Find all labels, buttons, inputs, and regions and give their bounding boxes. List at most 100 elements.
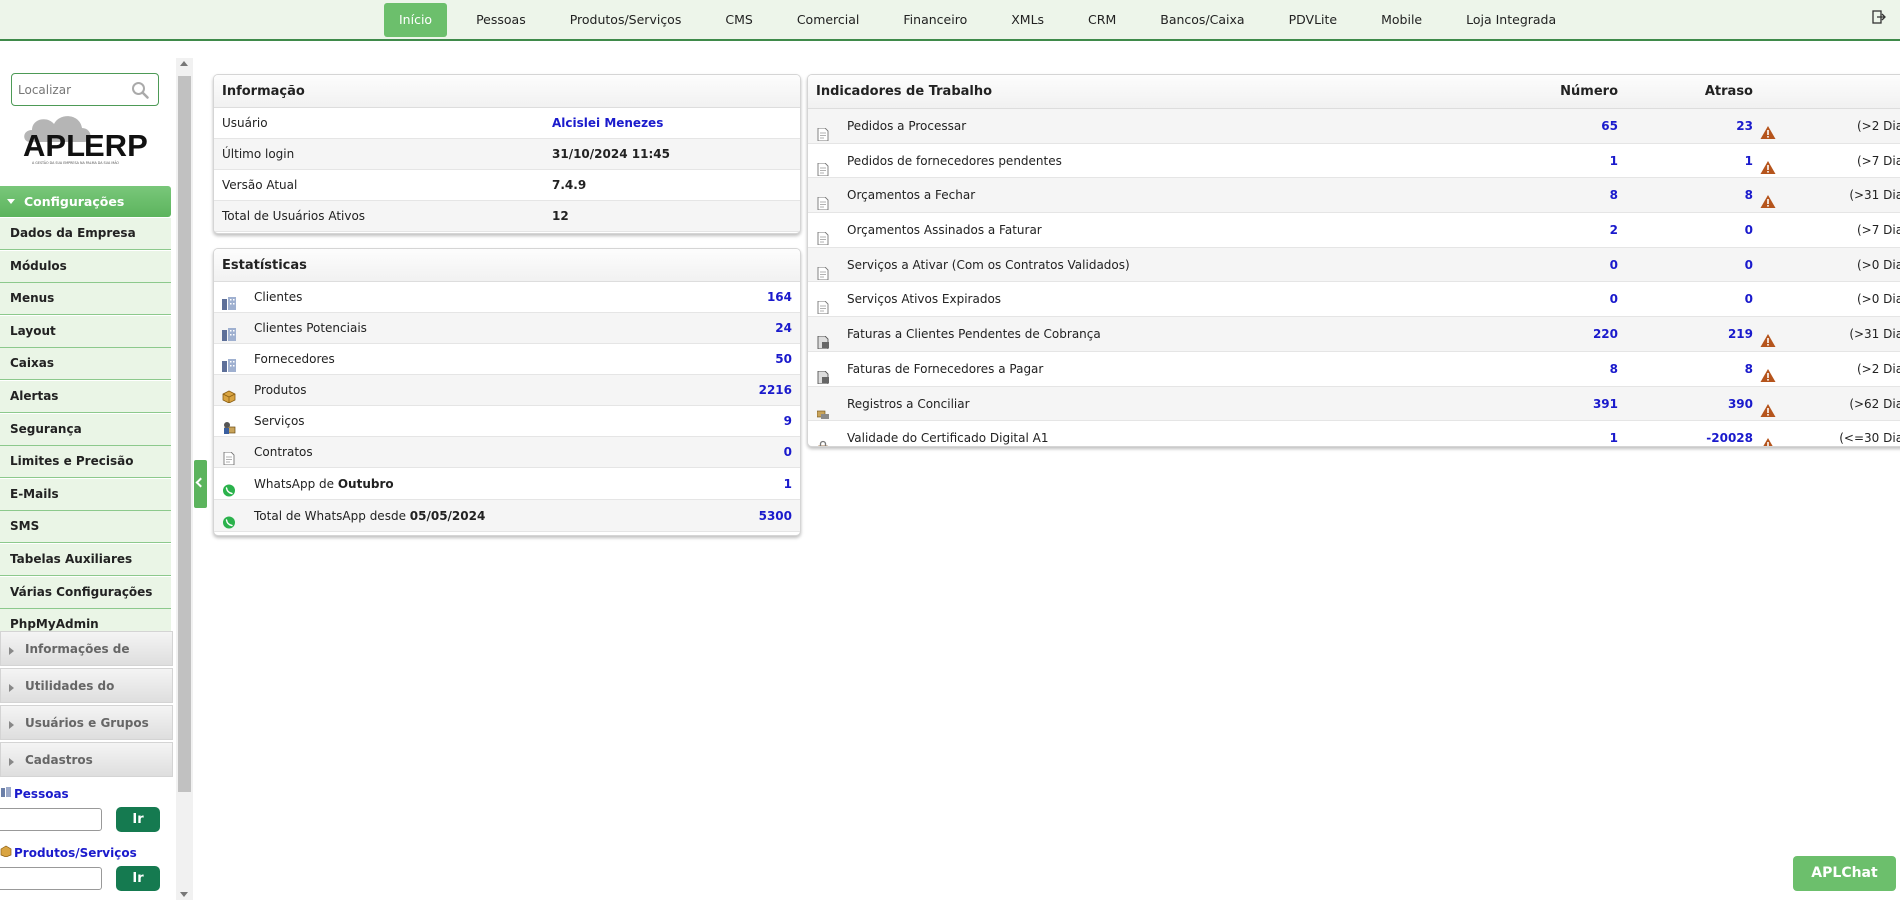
work-row-servicos-ativos-expirados[interactable]: Serviços Ativos Expirados 0 0 (>0 Dias) [808, 282, 1900, 318]
stats-row-produtos[interactable]: Produtos 2216 [214, 375, 800, 406]
search-input[interactable] [18, 80, 128, 100]
stats-row-clientes-potenciais[interactable]: Clientes Potenciais 24 [214, 313, 800, 344]
work-label[interactable]: Faturas a Clientes Pendentes de Cobrança [847, 317, 1101, 351]
nav-item-inicio[interactable]: Início [384, 3, 448, 37]
work-label[interactable]: Registros a Conciliar [847, 387, 970, 421]
sidebar-item-sms[interactable]: SMS [0, 511, 171, 544]
sidebar-section-utilidades-do-sistema[interactable]: Utilidades do Sistema [0, 668, 173, 728]
nav-item-pessoas[interactable]: Pessoas [461, 3, 541, 37]
work-label[interactable]: Orçamentos Assinados a Faturar [847, 213, 1042, 247]
work-label[interactable]: Validade do Certificado Digital A1 [847, 421, 1048, 446]
work-numero[interactable]: 220 [1558, 317, 1618, 351]
work-numero[interactable]: 1 [1558, 144, 1618, 178]
work-atraso[interactable]: 0 [1688, 248, 1753, 282]
work-atraso[interactable]: 23 [1688, 109, 1753, 143]
stats-label[interactable]: Produtos [254, 375, 307, 406]
work-atraso[interactable]: 219 [1688, 317, 1753, 351]
stats-label[interactable]: Contratos [254, 437, 313, 468]
sidebar-section-usuarios-e-grupos[interactable]: Usuários e Grupos [0, 705, 173, 740]
quick-search-input-pessoas[interactable] [0, 808, 102, 831]
work-row-orcamentos-a-fechar[interactable]: Orçamentos a Fechar 8 8 (>31 Dias) [808, 178, 1900, 214]
work-row-orcamentos-assinados-a-faturar[interactable]: Orçamentos Assinados a Faturar 2 0 (>7 Dias… [808, 213, 1900, 248]
nav-item-bancos-caixa[interactable]: Bancos/Caixa [1145, 3, 1259, 37]
work-row-servicos-a-ativar-com-os-contratos-validados[interactable]: Serviços a Ativar (Com os Contratos Vali… [808, 247, 1900, 283]
work-row-pedidos-de-fornecedores-pendentes[interactable]: Pedidos de fornecedores pendentes 1 1 (>7 D… [808, 143, 1900, 179]
work-label[interactable]: Pedidos a Processar [847, 109, 966, 143]
work-row-registros-a-conciliar[interactable]: Registros a Conciliar 391 390 (>62 Dias) [808, 386, 1900, 422]
stats-label[interactable]: Clientes [254, 282, 302, 313]
stats-label[interactable]: Serviços [254, 406, 305, 437]
work-numero[interactable]: 0 [1558, 248, 1618, 282]
aplchat-button[interactable]: APLChat [1793, 856, 1896, 891]
nav-item-financeiro[interactable]: Financeiro [888, 3, 982, 37]
stats-row-fornecedores[interactable]: Fornecedores 50 [214, 344, 800, 375]
work-numero[interactable]: 391 [1558, 387, 1618, 421]
work-row-faturas-a-clientes-pendentes-de-cobranca[interactable]: Faturas a Clientes Pendentes de Cobrança… [808, 317, 1900, 352]
stats-label[interactable]: Fornecedores [254, 344, 335, 375]
stats-row-whatsapp-total[interactable]: Total de WhatsApp desde 05/05/2024 5300 [214, 500, 800, 532]
sidebar-item-dados-da-empresa[interactable]: Dados da Empresa [0, 218, 171, 250]
sidebar-item-menus[interactable]: Menus [0, 283, 171, 316]
collapse-sidebar-button[interactable] [194, 460, 207, 508]
stats-label[interactable]: Total de WhatsApp desde 05/05/2024 [254, 500, 485, 532]
stats-row-whatsapp-month[interactable]: WhatsApp de Outubro 1 [214, 468, 800, 500]
search-icon[interactable] [131, 81, 149, 99]
work-atraso[interactable]: 390 [1688, 387, 1753, 421]
sidebar-section-informacoes-de-sistema[interactable]: Informações de Sistema [0, 631, 173, 691]
scroll-up-arrow[interactable] [180, 61, 188, 66]
work-row-pedidos-a-processar[interactable]: Pedidos a Processar 65 23 (>2 Dias) [808, 109, 1900, 144]
quick-search-input-produtos-servicos[interactable] [0, 867, 102, 890]
work-numero[interactable]: 1 [1558, 421, 1618, 446]
nav-item-pdvlite[interactable]: PDVLite [1274, 3, 1353, 37]
sidebar-item-alertas[interactable]: Alertas [0, 381, 171, 413]
sidebar-section-configuracoes[interactable]: Configurações [0, 186, 171, 217]
stats-value[interactable]: 50 [775, 344, 792, 375]
nav-item-loja-integrada[interactable]: Loja Integrada [1451, 3, 1571, 37]
stats-value[interactable]: 164 [767, 282, 792, 313]
stats-label[interactable]: WhatsApp de Outubro [254, 468, 394, 500]
sidebar-item-varias-configuracoes[interactable]: Várias Configurações [0, 576, 171, 609]
work-row-faturas-de-fornecedores-a-pagar[interactable]: Faturas de Fornecedores a Pagar 8 8 (>2 Dia… [808, 351, 1900, 387]
stats-value[interactable]: 9 [784, 406, 792, 437]
work-atraso[interactable]: 8 [1688, 178, 1753, 212]
work-label[interactable]: Orçamentos a Fechar [847, 178, 975, 212]
sidebar-item-layout[interactable]: Layout [0, 315, 171, 348]
nav-item-comercial[interactable]: Comercial [782, 3, 875, 37]
logout-icon[interactable] [1872, 10, 1886, 24]
stats-value[interactable]: 1 [784, 468, 792, 500]
quick-search-label-pessoas[interactable]: Pessoas [0, 786, 69, 801]
work-numero[interactable]: 65 [1558, 109, 1618, 143]
work-label[interactable]: Serviços Ativos Expirados [847, 282, 1001, 316]
stats-row-contratos[interactable]: Contratos 0 [214, 437, 800, 468]
user-name-link[interactable]: Alcislei Menezes [552, 108, 663, 139]
work-label[interactable]: Pedidos de fornecedores pendentes [847, 144, 1062, 178]
nav-item-crm[interactable]: CRM [1073, 3, 1131, 37]
work-atraso[interactable]: 0 [1688, 213, 1753, 247]
nav-item-xmls[interactable]: XMLs [996, 3, 1059, 37]
stats-value[interactable]: 5300 [759, 500, 792, 532]
work-atraso[interactable]: 1 [1688, 144, 1753, 178]
sidebar-item-e-mails[interactable]: E-Mails [0, 478, 171, 511]
sidebar-item-seguranca[interactable]: Segurança [0, 413, 171, 446]
sidebar-item-modulos[interactable]: Módulos [0, 250, 171, 283]
nav-item-cms[interactable]: CMS [710, 3, 767, 37]
work-numero[interactable]: 2 [1558, 213, 1618, 247]
nav-item-mobile[interactable]: Mobile [1366, 3, 1437, 37]
stats-row-servicos[interactable]: Serviços 9 [214, 406, 800, 437]
work-numero[interactable]: 0 [1558, 282, 1618, 316]
nav-item-produtos-servicos[interactable]: Produtos/Serviços [555, 3, 697, 37]
apl-erp-logo[interactable]: APL ERP A GESTÃO DA SUA EMPRESA NA PALMA… [20, 108, 155, 168]
sidebar-item-limites-e-precisao[interactable]: Limites e Precisão [0, 446, 171, 479]
stats-row-clientes[interactable]: Clientes 164 [214, 282, 800, 313]
work-label[interactable]: Faturas de Fornecedores a Pagar [847, 352, 1043, 386]
work-atraso[interactable]: 8 [1688, 352, 1753, 386]
stats-value[interactable]: 24 [775, 313, 792, 344]
work-atraso[interactable]: 0 [1688, 282, 1753, 316]
work-numero[interactable]: 8 [1558, 178, 1618, 212]
stats-value[interactable]: 2216 [759, 375, 792, 406]
search-box[interactable] [11, 73, 159, 106]
scroll-thumb[interactable] [178, 76, 191, 792]
go-button-produtos-servicos[interactable]: Ir [116, 866, 160, 891]
scroll-down-arrow[interactable] [180, 892, 188, 897]
sidebar-item-tabelas-auxiliares[interactable]: Tabelas Auxiliares [0, 544, 171, 576]
